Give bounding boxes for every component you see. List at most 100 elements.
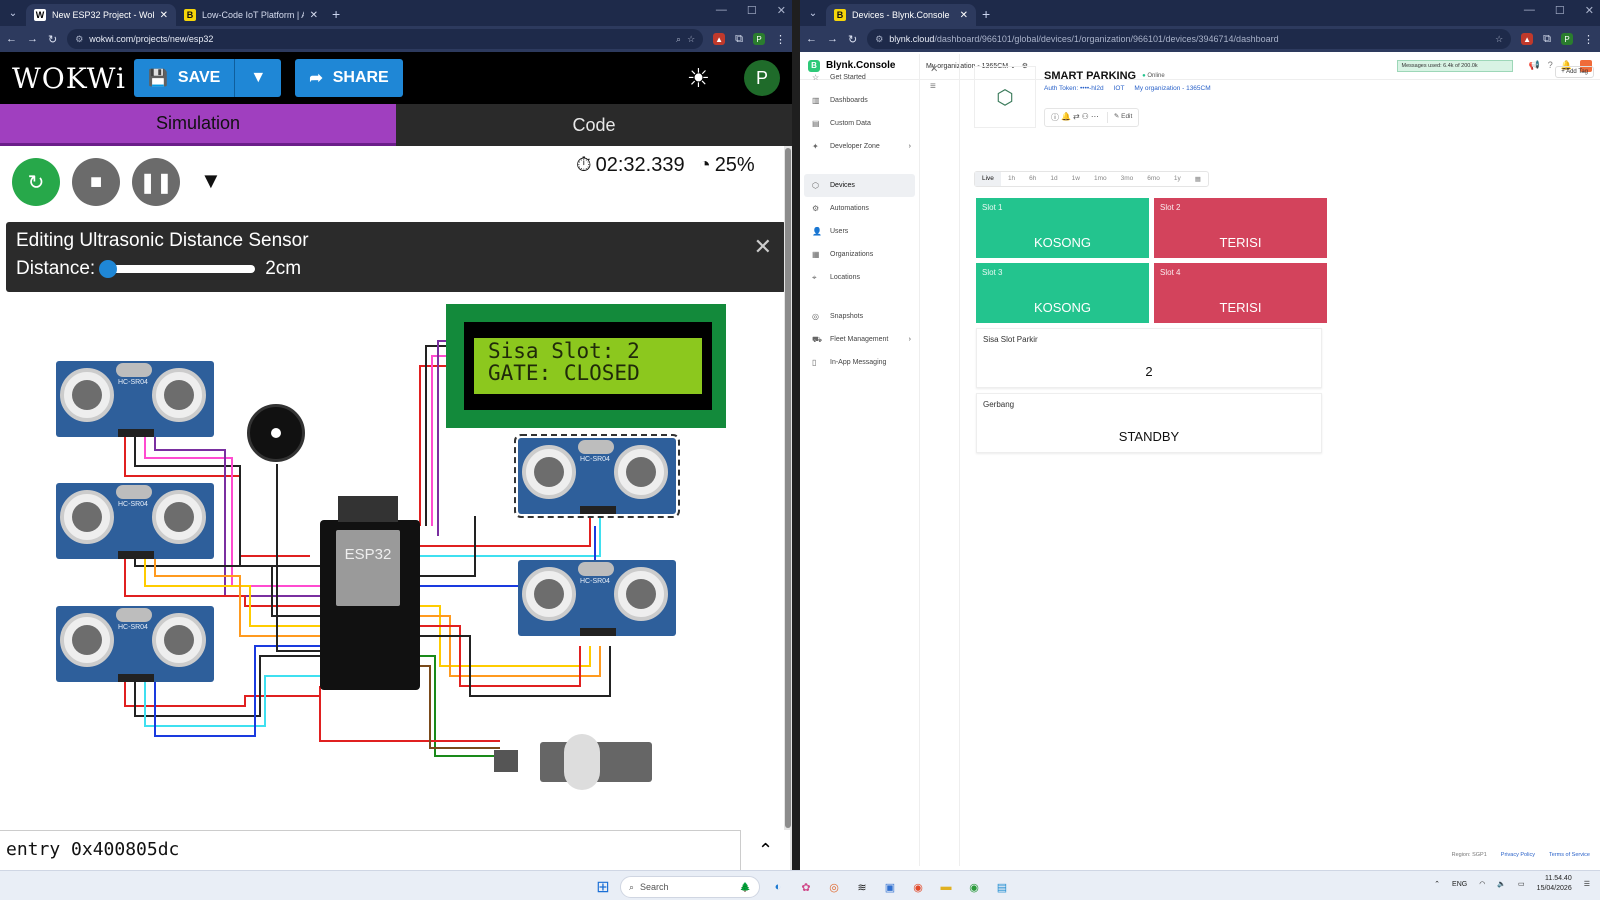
browser-tab-blynk[interactable]: B Low-Code IoT Platform | Apps, ✕ (176, 4, 326, 26)
sidebar-item-locations[interactable]: ⌖ Locations (800, 266, 919, 289)
language-indicator[interactable]: ENG (1452, 881, 1467, 888)
sidebar-item-fleet-management[interactable]: ⛟ Fleet Management › (800, 328, 919, 351)
servo-horn[interactable] (564, 734, 600, 790)
time-range-6h[interactable]: 6h (1022, 172, 1043, 186)
notepad-icon[interactable]: ▤ (992, 877, 1012, 897)
site-info-icon[interactable]: ⚙ (75, 34, 83, 45)
user-avatar[interactable]: P (744, 60, 780, 96)
app-icon[interactable]: ▣ (880, 877, 900, 897)
clock[interactable]: 11.54.40 15/04/2026 (1537, 874, 1572, 894)
profile-icon[interactable]: P (1561, 33, 1573, 45)
stop-simulation-button[interactable]: ■ (72, 158, 120, 206)
close-tab-icon[interactable]: ✕ (310, 10, 318, 21)
share-icon[interactable]: ⇄ (1073, 112, 1080, 123)
time-range-1d[interactable]: 1d (1043, 172, 1064, 186)
time-range-live[interactable]: Live (975, 172, 1001, 186)
notification-icon[interactable]: ☰ (1584, 880, 1590, 888)
tab-search-icon[interactable]: ⌄ (804, 4, 822, 22)
simulation-canvas[interactable]: ↻ ■ ❚❚ ▼ ⏱ 02:32.339 ◔ 25% Editing Ultra… (0, 146, 792, 830)
canvas-scrollbar[interactable] (784, 146, 792, 870)
time-range-6mo[interactable]: 6mo (1140, 172, 1167, 186)
sidebar-item-dashboards[interactable]: ▥ Dashboards (800, 89, 919, 112)
custom-range-icon[interactable]: ▦ (1188, 172, 1208, 186)
tray-overflow-icon[interactable]: ⌃ (1434, 880, 1440, 888)
list-icon[interactable]: ≡ (930, 81, 951, 92)
sidebar-item-devices[interactable]: ⬡ Devices (804, 174, 915, 197)
sidebar-item-in-app-messaging[interactable]: ▯ In-App Messaging (800, 351, 919, 374)
servo-motor[interactable] (494, 734, 652, 790)
restart-simulation-button[interactable]: ↻ (12, 158, 60, 206)
site-info-icon[interactable]: ⚙ (875, 34, 883, 45)
taskbar-search[interactable]: ⌕ Search 🌲 (620, 876, 760, 898)
privacy-policy-link[interactable]: Privacy Policy (1501, 852, 1535, 858)
address-bar[interactable]: ⚙ blynk.cloud/dashboard/966101/global/de… (867, 29, 1512, 49)
close-window-icon[interactable]: ✕ (777, 4, 786, 17)
sidebar-item-users[interactable]: 👤 Users (800, 220, 919, 243)
wifi-icon[interactable]: ▼ (200, 168, 222, 194)
back-icon[interactable]: ← (6, 33, 17, 45)
slider-knob[interactable] (99, 260, 118, 278)
user-add-icon[interactable]: ⚇ (1082, 112, 1089, 123)
terms-of-service-link[interactable]: Terms of Service (1549, 852, 1590, 858)
address-bar[interactable]: ⚙ wokwi.com/projects/new/esp32 ⌕ ☆ (67, 29, 704, 49)
windows-start-icon[interactable]: ⊞ (594, 878, 612, 896)
add-tag-button[interactable]: + Add Tag (1555, 66, 1594, 78)
extensions-puzzle-icon[interactable]: ⧉ (735, 33, 743, 46)
theme-toggle-sun-icon[interactable]: ☀ (687, 63, 710, 94)
sensor-pins[interactable] (118, 551, 154, 559)
time-range-1w[interactable]: 1w (1065, 172, 1087, 186)
maximize-icon[interactable]: ☐ (747, 4, 757, 17)
ultrasonic-sensor[interactable]: HC-SR04 (56, 361, 214, 437)
back-icon[interactable]: ← (806, 33, 817, 45)
close-tab-icon[interactable]: ✕ (160, 10, 168, 21)
zoom-icon[interactable]: ⌕ (676, 34, 681, 45)
sensor-pins[interactable] (118, 674, 154, 682)
chrome-profile-icon[interactable]: ◉ (964, 877, 984, 897)
browser-tab-wokwi[interactable]: W New ESP32 Project - Wokwi Sim ✕ (26, 4, 176, 26)
browser-tab-blynk-console[interactable]: B Devices - Blynk.Console ✕ (826, 4, 976, 26)
file-explorer-icon[interactable]: ▬ (936, 877, 956, 897)
forward-icon[interactable]: → (27, 33, 38, 45)
sidebar-item-custom-data[interactable]: ▤ Custom Data (800, 112, 919, 135)
device-template[interactable]: IOT (1114, 85, 1125, 92)
sensor-pins[interactable] (580, 628, 616, 636)
edit-button[interactable]: ✎ Edit (1106, 112, 1132, 123)
device-organization-link[interactable]: My organization - 1365CM (1134, 85, 1210, 92)
sensor-pins[interactable] (580, 506, 616, 514)
bell-icon[interactable]: 🔔 (1061, 112, 1071, 123)
ultrasonic-sensor[interactable]: HC-SR04 (56, 483, 214, 559)
time-range-1mo[interactable]: 1mo (1087, 172, 1114, 186)
serial-console[interactable]: entry 0x400805dc (0, 830, 782, 870)
time-range-1h[interactable]: 1h (1001, 172, 1022, 186)
extension-icon[interactable]: ▲ (713, 33, 726, 45)
distance-slider[interactable] (99, 260, 256, 278)
sidebar-item-organizations[interactable]: ▦ Organizations (800, 243, 919, 266)
menu-dots-icon[interactable]: ⋮ (775, 33, 786, 46)
tab-search-icon[interactable]: ⌄ (4, 4, 22, 22)
info-icon[interactable]: ⓘ (1051, 112, 1059, 123)
sidebar-item-automations[interactable]: ⚙ Automations (800, 197, 919, 220)
new-tab-icon[interactable]: + (982, 6, 990, 22)
new-tab-icon[interactable]: + (332, 6, 340, 22)
close-window-icon[interactable]: ✕ (1585, 4, 1594, 17)
copilot-icon[interactable]: ✿ (796, 877, 816, 897)
time-range-3mo[interactable]: 3mo (1114, 172, 1141, 186)
reload-icon[interactable]: ↻ (848, 33, 857, 46)
tab-simulation[interactable]: Simulation (0, 104, 396, 146)
ultrasonic-sensor[interactable]: HC-SR04 (56, 606, 214, 682)
extensions-puzzle-icon[interactable]: ⧉ (1543, 33, 1551, 46)
wokwi-logo[interactable]: WOKWi (12, 62, 125, 95)
menu-dots-icon[interactable]: ⋮ (1583, 33, 1594, 46)
tab-code[interactable]: Code (396, 104, 792, 146)
volume-icon[interactable]: 🔈 (1497, 880, 1506, 888)
esp32-board[interactable]: ESP32 (320, 496, 420, 690)
minimize-icon[interactable]: — (1524, 4, 1535, 17)
sidebar-item-get-started[interactable]: ☆ Get Started (800, 66, 919, 89)
app-icon[interactable]: ≋ (852, 877, 872, 897)
chrome-icon[interactable]: ◉ (908, 877, 928, 897)
save-button[interactable]: 💾 SAVE (134, 59, 236, 97)
forward-icon[interactable]: → (827, 33, 838, 45)
profile-icon[interactable]: P (753, 33, 765, 45)
toggle-console-button[interactable]: ⌃ (740, 830, 790, 870)
wifi-icon[interactable]: ◠ (1479, 880, 1485, 888)
